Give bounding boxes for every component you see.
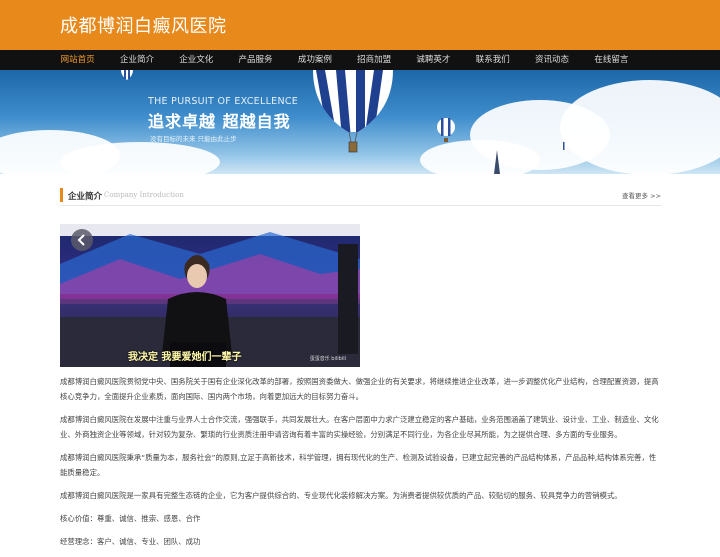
nav-item-culture[interactable]: 企业文化 (167, 50, 226, 70)
chevron-left-icon[interactable] (72, 230, 92, 250)
banner-tagline-sub: 没有目标的未来 只能由此止步 (150, 135, 237, 143)
nav-item-products[interactable]: 产品服务 (226, 50, 285, 70)
hot-air-balloon-small-icon (121, 70, 133, 80)
article-paragraph: 成都博润白癜风医院秉承“质量为本，服务社会”的原则,立足于高新技术，科学管理，拥… (60, 453, 657, 477)
main-nav: 网站首页 企业简介 企业文化 产品服务 成功案例 招商加盟 诚聘英才 联系我们 … (0, 50, 720, 70)
nav-item-message[interactable]: 在线留言 (582, 50, 641, 70)
section-title-en: Company Introduction (104, 191, 184, 199)
nav-item-about[interactable]: 企业简介 (107, 50, 166, 70)
nav-item-cases[interactable]: 成功案例 (285, 50, 344, 70)
section-title: 企业简介 (68, 192, 103, 202)
site-header: 成都博润白癜风医院 (0, 0, 720, 50)
nav-item-careers[interactable]: 诚聘英才 (404, 50, 463, 70)
nav-item-contact[interactable]: 联系我们 (463, 50, 522, 70)
nav-item-home[interactable]: 网站首页 (48, 50, 107, 70)
section-header: 企业简介 Company Introduction 查看更多 >> (60, 186, 661, 206)
hot-air-balloon-tiny-icon (560, 142, 569, 151)
stage-background (60, 224, 360, 367)
intro-article: 成都博润白癜风医院贯彻党中央、国务院关于国有企业深化改革的部署，按照国资委做大、… (60, 374, 661, 557)
core-values: 核心价值：尊重、诚信、推崇、感恩、合作 (60, 514, 201, 523)
hot-air-balloon-medium-icon (437, 118, 455, 142)
photo-watermark: 蛋蛋音乐 bilibili (309, 356, 346, 362)
section-accent-bar (60, 188, 63, 202)
cloud-decoration (560, 80, 720, 174)
article-paragraph: 成都博润白癜风医院是一家具有完整生态链的企业，它为客户提供综合的、专业现代化装修… (60, 491, 622, 500)
business-philosophy: 经营理念：客户、诚信、专业、团队、成功 (60, 537, 201, 546)
nav-item-news[interactable]: 资讯动态 (522, 50, 581, 70)
view-more-link[interactable]: 查看更多 >> (622, 190, 661, 200)
photo-caption: 我决定 我要爱她们一辈子 (128, 352, 242, 363)
article-paragraph: 成都博润白癜风医院在发展中注重与业界人士合作交流，强强联手，共同发展壮大。在客户… (60, 415, 659, 439)
hero-banner: THE PURSUIT OF EXCELLENCE 追求卓越 超越自我 没有目标… (0, 70, 720, 174)
tower-icon (494, 150, 500, 174)
nav-list: 网站首页 企业简介 企业文化 产品服务 成功案例 招商加盟 诚聘英才 联系我们 … (48, 50, 641, 70)
nav-item-franchise[interactable]: 招商加盟 (344, 50, 403, 70)
banner-tagline-en: THE PURSUIT OF EXCELLENCE (148, 96, 299, 107)
cloud-decoration (60, 142, 220, 174)
site-title[interactable]: 成都博润白癜风医院 (60, 12, 227, 38)
article-paragraph: 成都博润白癜风医院贯彻党中央、国务院关于国有企业深化改革的部署，按照国资委做大、… (60, 377, 659, 401)
cloud-decoration (420, 140, 540, 174)
banner-tagline-cn: 追求卓越 超越自我 (148, 112, 291, 131)
hot-air-balloon-large-icon (313, 70, 393, 153)
intro-photo: 我决定 我要爱她们一辈子 蛋蛋音乐 bilibili (60, 224, 360, 367)
